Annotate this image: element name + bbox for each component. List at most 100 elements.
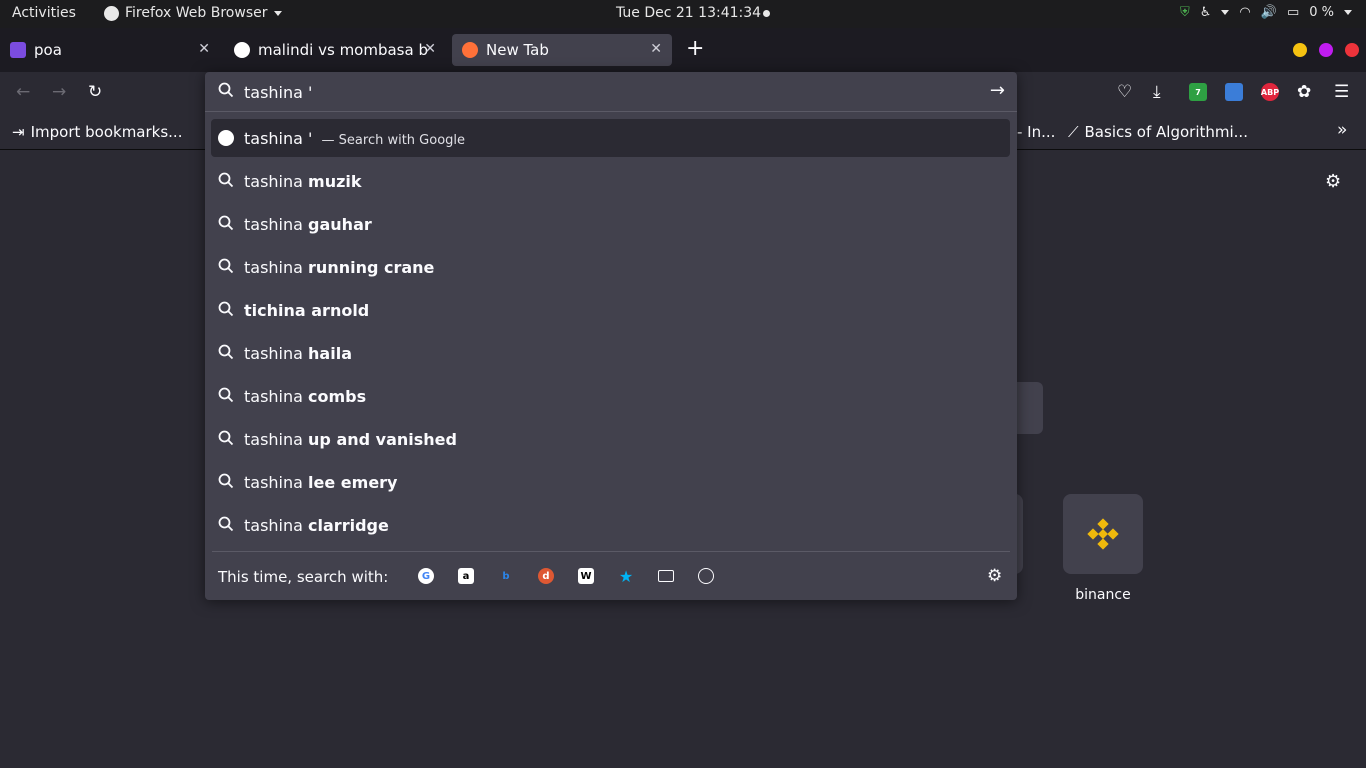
suggestion-text: tashina clarridge [244,516,389,535]
notification-dot [763,10,770,17]
search-icon [218,473,234,489]
bookmark-algorithms[interactable]: ⟋ Basics of Algorithmi... [1068,123,1248,141]
maximize-button[interactable] [1319,43,1333,57]
suggestion-text: tashina muzik [244,172,362,191]
search-suggestion-row[interactable]: tashina clarridge [211,506,1010,544]
amazon-engine-icon[interactable]: a [458,568,474,584]
duckduckgo-engine-icon[interactable]: d [538,568,554,584]
search-icon [218,82,234,98]
suggestion-completion: clarridge [308,516,389,535]
firefox-favicon-icon [462,42,478,58]
search-settings-gear-icon[interactable]: ⚙ [987,566,1002,586]
bookmark-label: - In... [1017,123,1056,141]
suggestion-completion: muzik [308,172,362,191]
battery-icon: ▭ [1286,5,1300,20]
search-icon [218,430,234,446]
suggestion-text: tashina up and vanished [244,430,457,449]
downloader-extension-icon[interactable]: 7 [1189,83,1207,101]
algorithms-favicon-icon: ⟋ [1068,123,1079,141]
app-menu[interactable]: Firefox Web Browser [104,5,282,21]
volume-icon: 🔊 [1260,5,1277,20]
chevron-down-icon [1221,10,1230,15]
close-window-button[interactable] [1345,43,1359,57]
suggestion-completion: up and vanished [308,430,457,449]
hamburger-menu-icon[interactable]: ☰ [1334,82,1349,102]
search-with-google-row[interactable]: tashina ' — Search with Google [211,119,1010,157]
poa-favicon-icon [10,42,26,58]
download-icon[interactable]: ⤓ [1153,82,1161,102]
activities-button[interactable]: Activities [12,5,76,21]
tab-title: New Tab [486,41,549,59]
shield-icon[interactable]: ⛨ [1180,5,1190,20]
search-engine-hint: — Search with Google [321,133,466,148]
search-icon [218,301,234,317]
battery-percent: 0 % [1309,5,1334,20]
settings-gear-icon[interactable]: ⚙ [1325,171,1341,192]
suggestion-text: tashina haila [244,344,352,363]
suggestion-text: tashina gauhar [244,215,372,234]
minimize-button[interactable] [1293,43,1307,57]
tab-malindi[interactable]: malindi vs mombasa b ✕ [224,34,446,66]
search-icon [218,344,234,360]
suggestion-prefix: tashina [244,473,309,492]
tabs-icon[interactable] [658,570,674,582]
forward-arrow-icon[interactable]: → [52,82,66,102]
tab-title: malindi vs mombasa b [258,41,428,59]
chevron-right-icon[interactable]: » [1337,120,1347,140]
firefox-icon [104,5,119,21]
new-tab-button[interactable]: + [686,36,704,61]
close-icon[interactable]: ✕ [650,41,662,57]
history-clock-icon[interactable] [698,568,714,584]
url-input-text[interactable]: tashina ' [244,83,312,102]
clock[interactable]: Tue Dec 21 13:41:34 [616,5,761,21]
suggestion-text: tashina combs [244,387,366,406]
bing-engine-icon[interactable]: b [498,568,514,584]
suggestion-prefix: tashina [244,430,309,449]
adblock-plus-icon[interactable]: ABP [1261,83,1279,101]
suggestion-text: tashina running crane [244,258,434,277]
google-engine-icon[interactable]: G [418,568,434,584]
system-tray[interactable]: ⛨ ♿ ◠ 🔊 ▭ 0 % [1180,5,1352,20]
close-icon[interactable]: ✕ [424,41,436,57]
chevron-down-icon [273,10,282,16]
bookmark-label: Import bookmarks... [30,123,183,141]
wikipedia-engine-icon[interactable]: W [578,568,594,584]
suggestion-prefix: tashina [244,172,309,191]
search-suggestion-row[interactable]: tashina up and vanished [211,420,1010,458]
search-suggestion-row[interactable]: tichina arnold [211,291,1010,329]
tab-new-tab[interactable]: New Tab ✕ [452,34,672,66]
suggestion-completion: running crane [308,258,435,277]
suggestion-prefix: tashina [244,516,309,535]
suggestion-prefix: tashina [244,215,309,234]
url-input[interactable]: tashina ' → [205,72,1017,112]
suggestion-query: tashina ' [244,129,313,148]
search-icon [218,258,234,274]
binance-logo-icon [1087,518,1119,550]
search-suggestion-row[interactable]: tashina lee emery [211,463,1010,501]
search-suggestion-row[interactable]: tashina muzik [211,162,1010,200]
bookmark-partial[interactable]: - In... [1017,123,1055,141]
bookmark-import[interactable]: ⇥ Import bookmarks... [12,123,182,141]
search-suggestion-row[interactable]: tashina gauhar [211,205,1010,243]
search-suggestion-row[interactable]: tashina haila [211,334,1010,372]
tab-poa[interactable]: poa ✕ [0,34,220,66]
accessibility-icon[interactable]: ♿ [1200,5,1212,20]
extension-icon[interactable] [1225,83,1243,101]
system-top-bar: Activities Firefox Web Browser Tue Dec 2… [0,0,1366,28]
top-site-tile-binance[interactable] [1063,494,1143,574]
search-icon [218,172,234,188]
back-arrow-icon[interactable]: ← [16,82,30,102]
oneoff-search-label: This time, search with: [218,568,389,586]
search-suggestion-row[interactable]: tashina running crane [211,248,1010,286]
bookmarks-star-icon[interactable]: ★ [618,567,634,586]
suggestion-text: tashina lee emery [244,473,397,492]
reload-icon[interactable]: ↻ [88,82,102,102]
suggestion-prefix: tashina [244,344,309,363]
suggestion-completion: gauhar [308,215,372,234]
search-suggestion-row[interactable]: tashina combs [211,377,1010,415]
gnome-extension-icon[interactable]: ✿ [1297,82,1311,102]
close-icon[interactable]: ✕ [198,41,210,57]
pocket-icon[interactable]: ♡ [1117,82,1132,102]
search-icon [218,215,234,231]
go-arrow-icon[interactable]: → [990,80,1005,101]
